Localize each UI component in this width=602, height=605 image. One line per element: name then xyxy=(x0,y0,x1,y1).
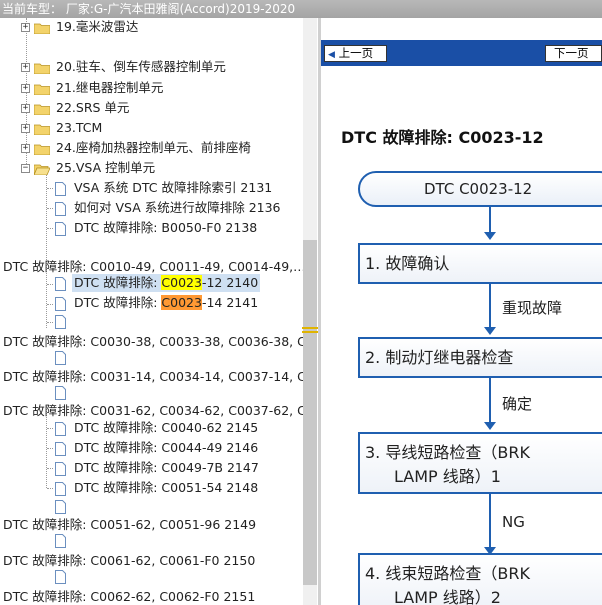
tree-item[interactable]: DTC 故障排除: C0030-38, C0033-38, C0036-38, … xyxy=(3,333,306,351)
document-icon xyxy=(55,534,66,548)
search-highlight: C0023 xyxy=(161,275,202,290)
tree-item[interactable]: 22.SRS 单元 xyxy=(56,99,129,117)
flow-arrow xyxy=(489,284,491,328)
tree-item[interactable]: 24.座椅加热器控制单元、前排座椅 xyxy=(56,139,251,157)
tree-connector xyxy=(47,228,53,229)
flow-arrowhead xyxy=(484,232,496,240)
tree-item[interactable]: DTC 故障排除: C0049-7B 2147 xyxy=(74,459,259,477)
folder-icon xyxy=(34,23,50,34)
tree-item[interactable]: 19.毫米波雷达 xyxy=(56,18,138,36)
flow-step-4: 4. 线束短路检查（BRK LAMP 线路）2 xyxy=(358,553,602,605)
document-icon xyxy=(55,277,66,291)
document-icon xyxy=(55,500,66,514)
document-icon xyxy=(55,222,66,236)
expand-toggle[interactable]: + xyxy=(21,104,30,113)
flow-arrowhead xyxy=(484,422,496,430)
tree-item[interactable]: DTC 故障排除: C0061-62, C0061-F0 2150 xyxy=(3,552,255,570)
document-icon xyxy=(55,297,66,311)
document-icon xyxy=(55,482,66,496)
page-title: DTC 故障排除: C0023-12 xyxy=(341,128,544,147)
tree-item[interactable]: VSA 系统 DTC 故障排除索引 2131 xyxy=(74,179,272,197)
open-folder-icon xyxy=(34,164,50,175)
flow-edge-label: 确定 xyxy=(502,395,533,413)
document-icon xyxy=(55,422,66,436)
flow-arrowhead xyxy=(484,327,496,335)
tree-connector xyxy=(47,188,53,189)
expand-toggle[interactable]: + xyxy=(21,144,30,153)
tree-item[interactable]: DTC 故障排除: B0050-F0 2138 xyxy=(74,219,257,237)
window-title: 当前车型： 厂家:G-广汽本田雅阁(Accord)2019-2020 xyxy=(0,0,602,18)
tree-item[interactable]: DTC 故障排除: C0031-62, C0034-62, C0037-62, … xyxy=(3,402,306,420)
next-page-button[interactable]: 下一页 xyxy=(545,45,602,62)
flow-step-text: 3. 导线短路检查（BRK xyxy=(365,443,530,462)
folder-icon xyxy=(34,124,50,135)
tree-item[interactable]: DTC 故障排除: C0031-14, C0034-14, C0037-14, … xyxy=(3,368,306,386)
tree-item[interactable]: 如何对 VSA 系统进行故障排除 2136 xyxy=(74,199,281,217)
tree-connector xyxy=(47,448,53,449)
tree-item[interactable]: DTC 故障排除: C0051-62, C0051-96 2149 xyxy=(3,516,256,534)
document-icon xyxy=(55,315,66,329)
tree-connector xyxy=(47,428,53,429)
expand-toggle[interactable]: + xyxy=(21,63,30,72)
tree-item-label: DTC 故障排除: xyxy=(74,295,162,310)
tree-item-label: -12 2140 xyxy=(201,275,259,290)
folder-icon xyxy=(34,63,50,74)
flow-start-node: DTC C0023-12 xyxy=(358,171,602,207)
tree-item-label: DTC 故障排除: xyxy=(74,275,162,290)
flow-arrow xyxy=(489,207,491,233)
document-icon xyxy=(55,570,66,584)
tree-item[interactable]: 21.继电器控制单元 xyxy=(56,79,163,97)
expand-toggle[interactable]: + xyxy=(21,84,30,93)
tree-connector xyxy=(47,284,53,285)
expand-toggle[interactable]: + xyxy=(21,124,30,133)
arrow-left-icon: ◀ xyxy=(328,50,335,60)
search-highlight: C0023 xyxy=(161,295,202,310)
tree-connector xyxy=(47,322,53,323)
flow-step-text: LAMP 线路）2 xyxy=(394,588,501,605)
document-icon xyxy=(55,442,66,456)
document-icon xyxy=(55,182,66,196)
next-page-label: 下一页 xyxy=(554,46,589,60)
tree-item-vsa[interactable]: 25.VSA 控制单元 xyxy=(56,159,155,177)
tree-item-label: -14 2141 xyxy=(201,295,259,310)
tree-connector xyxy=(47,468,53,469)
document-icon xyxy=(55,386,66,400)
flow-step-text: LAMP 线路）1 xyxy=(394,467,501,486)
folder-icon xyxy=(34,144,50,155)
tree-item[interactable]: DTC 故障排除: C0044-49 2146 xyxy=(74,439,258,457)
flow-step-3: 3. 导线短路检查（BRK LAMP 线路）1 xyxy=(358,432,602,494)
folder-icon xyxy=(34,84,50,95)
tree-item[interactable]: DTC 故障排除: C0062-62, C0062-F0 2151 xyxy=(3,588,255,605)
prev-page-button[interactable]: ◀ 上一页 xyxy=(324,45,387,62)
flow-edge-label: NG xyxy=(502,513,525,531)
tree-item[interactable]: DTC 故障排除: C0051-54 2148 xyxy=(74,479,258,497)
tree-scrollbar-thumb[interactable] xyxy=(303,240,317,585)
tree-item[interactable]: 23.TCM xyxy=(56,119,102,137)
prev-page-label: 上一页 xyxy=(338,46,374,60)
expand-toggle[interactable]: + xyxy=(21,23,30,32)
document-icon xyxy=(55,202,66,216)
tree-connector xyxy=(47,208,53,209)
collapse-toggle[interactable]: − xyxy=(21,164,30,173)
flow-step-1: 1. 故障确认 xyxy=(358,243,602,284)
tree-connector xyxy=(47,488,53,489)
tree-item[interactable]: DTC 故障排除: C0023-14 2141 xyxy=(74,294,258,312)
tree-item[interactable]: DTC 故障排除: C0040-62 2145 xyxy=(74,419,258,437)
document-icon xyxy=(55,462,66,476)
folder-icon xyxy=(34,104,50,115)
flow-edge-label: 重现故障 xyxy=(502,299,563,317)
flow-arrow xyxy=(489,378,491,423)
splitter-grip-icon[interactable] xyxy=(302,327,318,335)
flow-step-text: 4. 线束短路检查（BRK xyxy=(365,564,530,583)
document-icon xyxy=(55,351,66,365)
tree-connector xyxy=(47,304,53,305)
tree-item[interactable]: 20.驻车、倒车传感器控制单元 xyxy=(56,58,226,76)
flow-step-2: 2. 制动灯继电器检查 xyxy=(358,337,602,378)
tree-pane: + 19.毫米波雷达 + 20.驻车、倒车传感器控制单元 + 21.继电器控制单… xyxy=(0,18,320,605)
tree-item-selected[interactable]: DTC 故障排除: C0023-12 2140 xyxy=(72,274,261,292)
flow-arrow xyxy=(489,494,491,548)
